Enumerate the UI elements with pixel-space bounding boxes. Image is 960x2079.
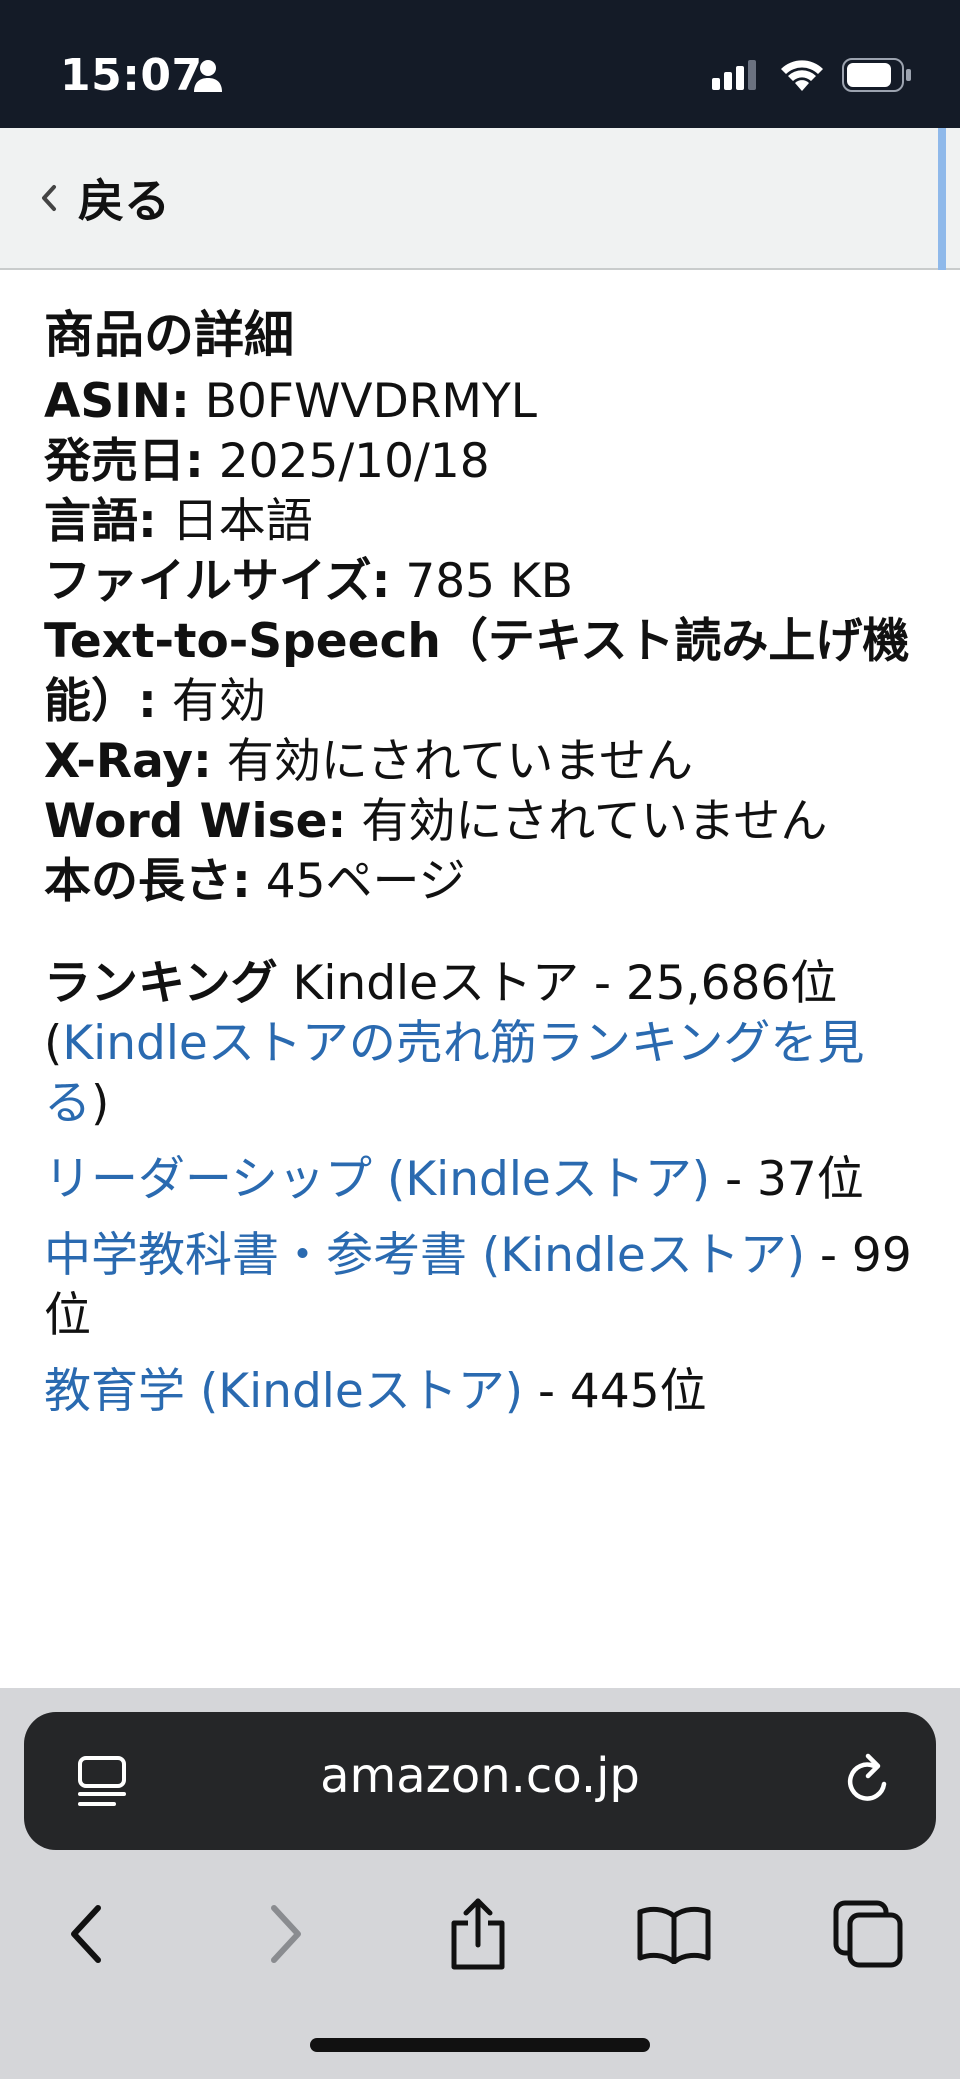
category-link[interactable]: 教育学 (Kindleストア) (44, 1364, 523, 1419)
browser-forward-button[interactable] (246, 1894, 326, 1974)
category-rank-textbooks: 中学教科書・参考書 (Kindleストア) - 99位 (44, 1226, 924, 1346)
share-button[interactable] (438, 1894, 518, 1974)
detail-label: 言語: (44, 494, 157, 549)
browser-back-button[interactable] (46, 1894, 126, 1974)
tabs-button[interactable] (828, 1894, 908, 1974)
detail-value: 有効 (156, 674, 266, 729)
browser-toolbar (0, 1880, 960, 1990)
detail-label: 発売日: (44, 434, 204, 489)
back-label: 戻る (78, 174, 170, 228)
detail-page-length: 本の長さ: 45ページ (44, 852, 924, 912)
detail-label: ファイルサイズ: (44, 554, 391, 609)
wifi-icon (781, 60, 823, 91)
section-title: 商品の詳細 (44, 306, 294, 364)
category-rank: - 37位 (710, 1152, 864, 1207)
battery-icon (842, 58, 911, 92)
status-time: 15:07 (60, 50, 203, 101)
product-details: 商品の詳細 ASIN: B0FWVDRMYL 発売日: 2025/10/18 言… (44, 300, 924, 1422)
bookmarks-button[interactable] (634, 1894, 714, 1974)
chevron-left-icon (42, 185, 56, 211)
detail-word-wise: Word Wise: 有効にされていません (44, 792, 924, 852)
signal-icon (712, 60, 756, 90)
detail-file-size: ファイルサイズ: 785 KB (44, 552, 924, 612)
share-icon (451, 1898, 505, 1970)
category-link[interactable]: リーダーシップ (Kindleストア) (44, 1152, 710, 1207)
detail-language: 言語: 日本語 (44, 492, 924, 552)
paren-open: ( (44, 1016, 63, 1071)
detail-value: 2025/10/18 (203, 434, 490, 489)
category-rank-education: 教育学 (Kindleストア) - 445位 (44, 1362, 924, 1422)
detail-label: Word Wise: (44, 794, 347, 849)
ranking: ランキング Kindleストア - 25,686位 (Kindleストアの売れ筋ラ… (44, 954, 924, 1134)
status-bar: 15:07 (0, 0, 960, 128)
detail-value: 有効にされていません (211, 734, 693, 789)
scroll-accent (938, 128, 946, 270)
person-icon (194, 60, 222, 92)
detail-value: 45ページ (250, 854, 466, 909)
category-rank: - 445位 (523, 1364, 707, 1419)
status-icons (712, 52, 912, 98)
detail-label: ASIN: (44, 374, 190, 429)
detail-asin: ASIN: B0FWVDRMYL (44, 372, 924, 432)
book-icon (637, 1906, 711, 1964)
detail-x-ray: X-Ray: 有効にされていません (44, 732, 924, 792)
detail-text-to-speech: Text-to-Speech（テキスト読み上げ機能）: 有効 (44, 612, 924, 732)
address-bar[interactable]: amazon.co.jp (24, 1712, 936, 1850)
back-nav-bar: 戻る (0, 128, 960, 270)
detail-value: 有効にされていません (346, 794, 828, 849)
home-indicator (310, 2038, 650, 2052)
detail-label: X-Ray: (44, 734, 212, 789)
detail-value: B0FWVDRMYL (189, 374, 537, 429)
tabs-icon (833, 1900, 903, 1968)
ranking-main: Kindleストア - 25,686位 (277, 956, 838, 1011)
paren-close: ) (91, 1076, 110, 1131)
detail-value: 785 KB (390, 554, 574, 609)
reload-icon[interactable] (840, 1750, 896, 1810)
back-button[interactable]: 戻る (38, 166, 170, 230)
category-link[interactable]: 中学教科書・参考書 (Kindleストア) (44, 1228, 805, 1283)
category-rank-leadership: リーダーシップ (Kindleストア) - 37位 (44, 1150, 924, 1210)
detail-value: 日本語 (156, 494, 313, 549)
bestseller-ranking-link[interactable]: Kindleストアの売れ筋ランキングを見る (44, 1016, 864, 1131)
detail-label: 本の長さ: (44, 854, 251, 909)
ranking-label: ランキング (44, 956, 278, 1011)
detail-release-date: 発売日: 2025/10/18 (44, 432, 924, 492)
chevron-right-icon (271, 1905, 301, 1963)
url-text[interactable]: amazon.co.jp (24, 1748, 936, 1804)
chevron-left-icon (71, 1905, 101, 1963)
